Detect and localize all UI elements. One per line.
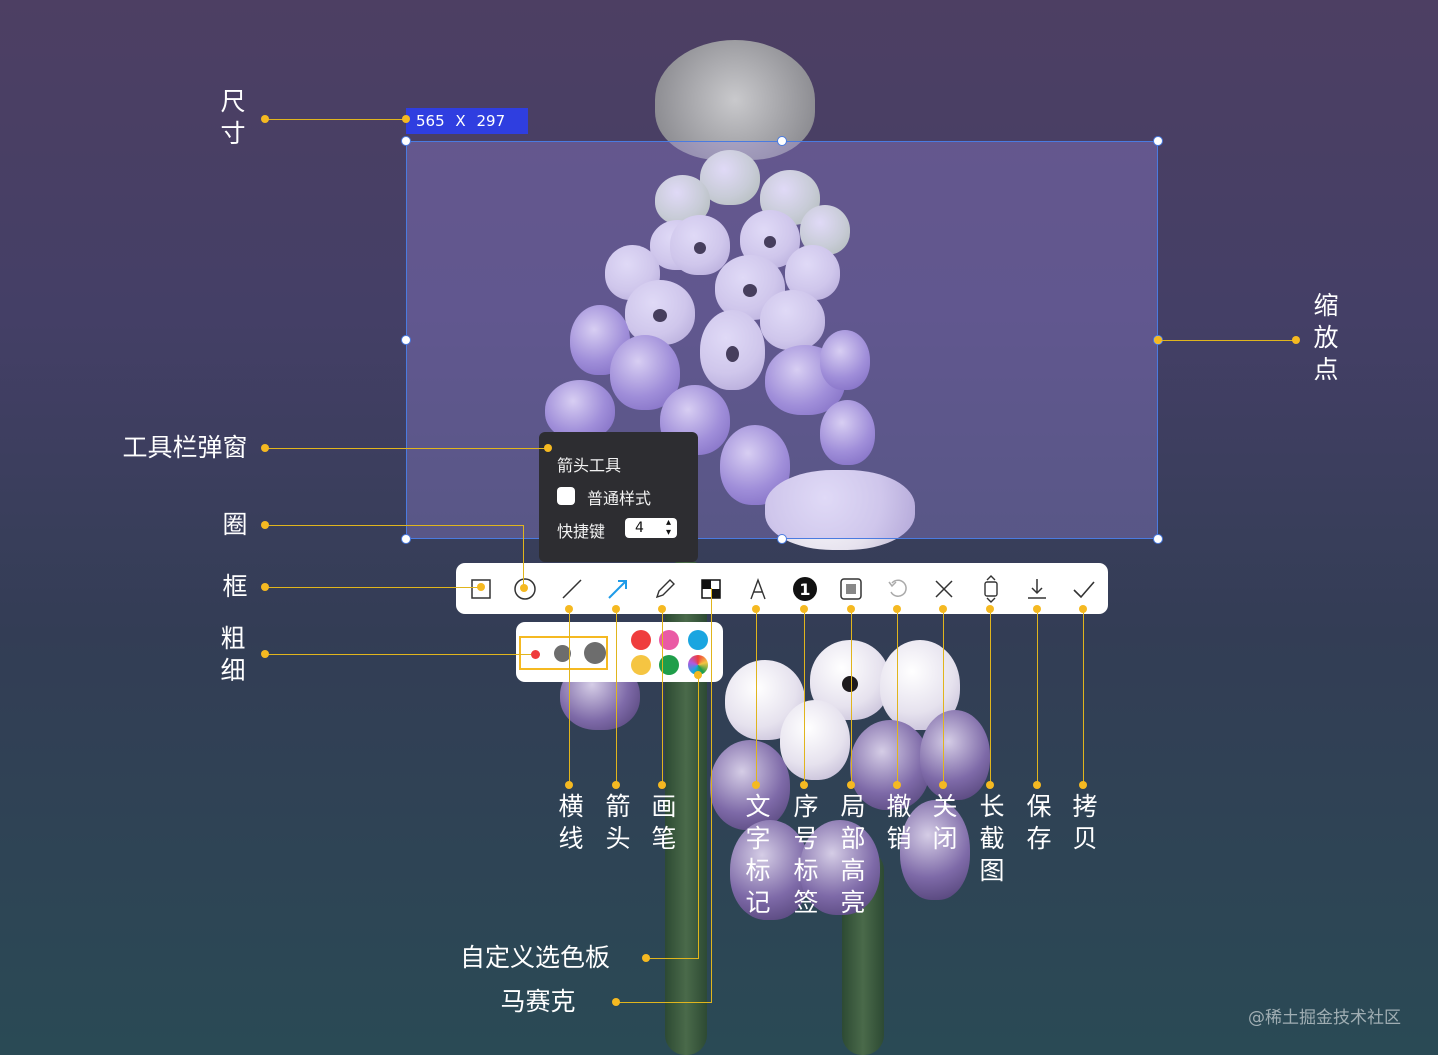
- resize-handle-top-right[interactable]: [1153, 136, 1163, 146]
- label-frame: 框: [222, 572, 248, 601]
- label-save: 保存: [1026, 792, 1052, 853]
- label-arrow: 箭头: [605, 792, 631, 853]
- save-icon[interactable]: [1021, 573, 1053, 605]
- label-text: 文字标记: [745, 792, 771, 917]
- color-swatch-yellow[interactable]: [631, 655, 651, 675]
- style-checkbox[interactable]: [557, 487, 575, 505]
- label-circle: 圈: [222, 510, 248, 539]
- color-swatch-red[interactable]: [631, 630, 651, 650]
- pen-icon[interactable]: [649, 573, 681, 605]
- copy-icon[interactable]: [1068, 573, 1100, 605]
- label-serial: 序号标签: [793, 792, 819, 917]
- size-width: 565: [416, 112, 445, 130]
- shortcut-value: 4: [635, 520, 644, 536]
- shortcut-stepper[interactable]: 4 ▴ ▾: [625, 518, 677, 538]
- stepper-arrows-icon[interactable]: ▴ ▾: [666, 518, 671, 538]
- label-pen: 画笔: [651, 792, 677, 853]
- line-icon[interactable]: [556, 573, 588, 605]
- resize-handle-left[interactable]: [401, 335, 411, 345]
- shortcut-label: 快捷键: [557, 522, 606, 541]
- watermark: @稀土掘金技术社区: [1248, 1008, 1401, 1028]
- serial-number-icon[interactable]: 1: [789, 573, 821, 605]
- thickness-group: [519, 636, 608, 670]
- size-separator: X: [455, 112, 466, 130]
- resize-handle-bottom-right[interactable]: [1153, 534, 1163, 544]
- label-copy: 拷贝: [1072, 792, 1098, 853]
- resize-handle-bottom-left[interactable]: [401, 534, 411, 544]
- label-custom-palette: 自定义选色板: [459, 943, 610, 972]
- text-icon[interactable]: [742, 573, 774, 605]
- resize-handle-top-left[interactable]: [401, 136, 411, 146]
- toolbar-popup: 箭头工具 普通样式 快捷键 4 ▴ ▾: [539, 432, 698, 562]
- long-screenshot-icon[interactable]: [975, 573, 1007, 605]
- svg-text:1: 1: [799, 580, 810, 599]
- label-line: 横线: [558, 792, 584, 853]
- size-badge: 565 X 297: [406, 108, 528, 134]
- label-close: 关闭: [932, 792, 958, 853]
- size-height: 297: [476, 112, 506, 130]
- label-toolbar-popup: 工具栏弹窗: [122, 433, 248, 462]
- resize-handle-top[interactable]: [777, 136, 787, 146]
- popup-option-label: 普通样式: [587, 489, 652, 508]
- color-palette: [516, 622, 723, 682]
- label-highlight: 局部高亮: [840, 792, 866, 917]
- undo-icon[interactable]: [882, 573, 914, 605]
- thickness-large[interactable]: [584, 642, 606, 664]
- label-size: 尺寸: [220, 87, 246, 148]
- label-long-screenshot: 长截图: [979, 792, 1005, 885]
- label-mosaic: 马赛克: [500, 987, 576, 1016]
- thickness-small[interactable]: [531, 650, 540, 659]
- resize-handle-bottom[interactable]: [777, 534, 787, 544]
- popup-title: 箭头工具: [557, 456, 622, 475]
- label-resize-handle: 缩放点: [1313, 291, 1339, 384]
- arrow-icon[interactable]: [602, 573, 634, 605]
- highlight-icon[interactable]: [835, 573, 867, 605]
- close-icon[interactable]: [928, 573, 960, 605]
- label-thickness: 粗细: [220, 624, 246, 685]
- color-swatch-blue[interactable]: [688, 630, 708, 650]
- selection-area[interactable]: [406, 141, 1158, 539]
- label-undo: 撤销: [886, 792, 912, 853]
- annotation-toolbar: 1: [456, 563, 1108, 614]
